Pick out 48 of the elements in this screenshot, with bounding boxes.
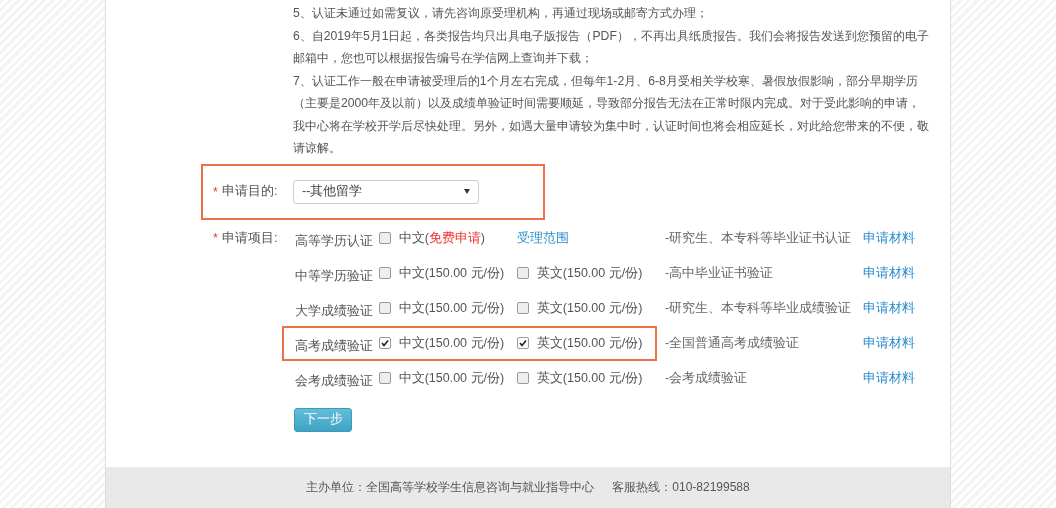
option-label: 中文(150.00 元/份)	[398, 264, 505, 282]
checkbox[interactable]	[378, 267, 391, 279]
option-label: 英文(150.00 元/份)	[536, 299, 643, 317]
item-description: -会考成绩验证	[665, 369, 749, 387]
checkbox[interactable]	[516, 302, 529, 314]
materials-link[interactable]: 申请材料	[863, 369, 915, 387]
next-button[interactable]: 下一步	[294, 407, 352, 432]
item-name: 高等学历认证	[295, 232, 374, 250]
caret-icon	[464, 189, 470, 194]
option-label: 中文(150.00 元/份)	[398, 369, 505, 387]
checkbox[interactable]	[378, 232, 391, 244]
notice-paragraph: 6、自2019年5月1日起，各类报告均只出具电子版报告（PDF），不再出具纸质报告。我们会将报告发送到您预留的电子邮箱中，您也可以根据报告编号在学信网上查询并下载；	[293, 27, 929, 67]
materials-link[interactable]: 申请材料	[863, 334, 915, 352]
option-label: 英文(150.00 元/份)	[536, 264, 643, 282]
option-label: 中文(150.00 元/份)	[398, 334, 505, 352]
item-description: -全国普通高考成绩验证	[665, 334, 801, 352]
organizer-text: 主办单位：全国高等学校学生信息咨询与就业指导中心	[306, 479, 595, 496]
option-label: 中文(免费申请)	[398, 229, 485, 247]
checkbox[interactable]	[516, 337, 529, 349]
item-name: 大学成绩验证	[295, 302, 374, 320]
checkbox[interactable]	[516, 372, 529, 384]
checkbox[interactable]	[378, 372, 391, 384]
materials-link[interactable]: 申请材料	[863, 299, 915, 317]
item-description: -研究生、本专科等毕业成绩验证	[665, 299, 853, 317]
check-icon	[518, 339, 527, 347]
checkbox[interactable]	[516, 267, 529, 279]
item-description: -研究生、本专科等毕业证书认证	[665, 229, 853, 247]
hotline-text: 客服热线：010-82199588	[612, 479, 750, 496]
check-icon	[380, 339, 389, 347]
item-name: 中等学历验证	[295, 267, 374, 285]
required-mark: *	[213, 184, 218, 199]
notice-paragraph: 5、认证未通过如需复议，请先咨询原受理机构，再通过现场或邮寄方式办理；	[293, 5, 709, 22]
item-name: 会考成绩验证	[295, 372, 374, 390]
purpose-dropdown[interactable]: --其他留学	[293, 179, 479, 204]
materials-link[interactable]: 申请材料	[863, 229, 915, 247]
item-name: 高考成绩验证	[295, 337, 374, 355]
notice-paragraph: 7、认证工作一般在申请被受理后的1个月左右完成，但每年1-2月、6-8月受相关学校寒、暑假放假影响，部分早期学历（主要是2000年及以前）以及成绩单验证时间需要顺延，导致部分报告无法在正常时限内完成。对于受此影响的申请，我中心将在学校开学后尽快处理。另外，如遇大量申请较为集中时，认证时间也将会相应延长，对此给您带来的不便，敬请谅解。	[293, 72, 929, 157]
checkbox[interactable]	[378, 302, 391, 314]
materials-link[interactable]: 申请材料	[863, 264, 915, 282]
checkbox[interactable]	[378, 337, 391, 349]
field-label: 申请项目:	[221, 229, 278, 247]
required-mark: *	[213, 231, 218, 245]
option-label: 英文(150.00 元/份)	[536, 369, 643, 387]
scope-link[interactable]: 受理范围	[516, 229, 569, 247]
option-label: 英文(150.00 元/份)	[536, 334, 643, 352]
option-label: 中文(150.00 元/份)	[398, 299, 505, 317]
field-label: 申请目的:	[221, 183, 278, 200]
item-description: -高中毕业证书验证	[665, 264, 775, 282]
